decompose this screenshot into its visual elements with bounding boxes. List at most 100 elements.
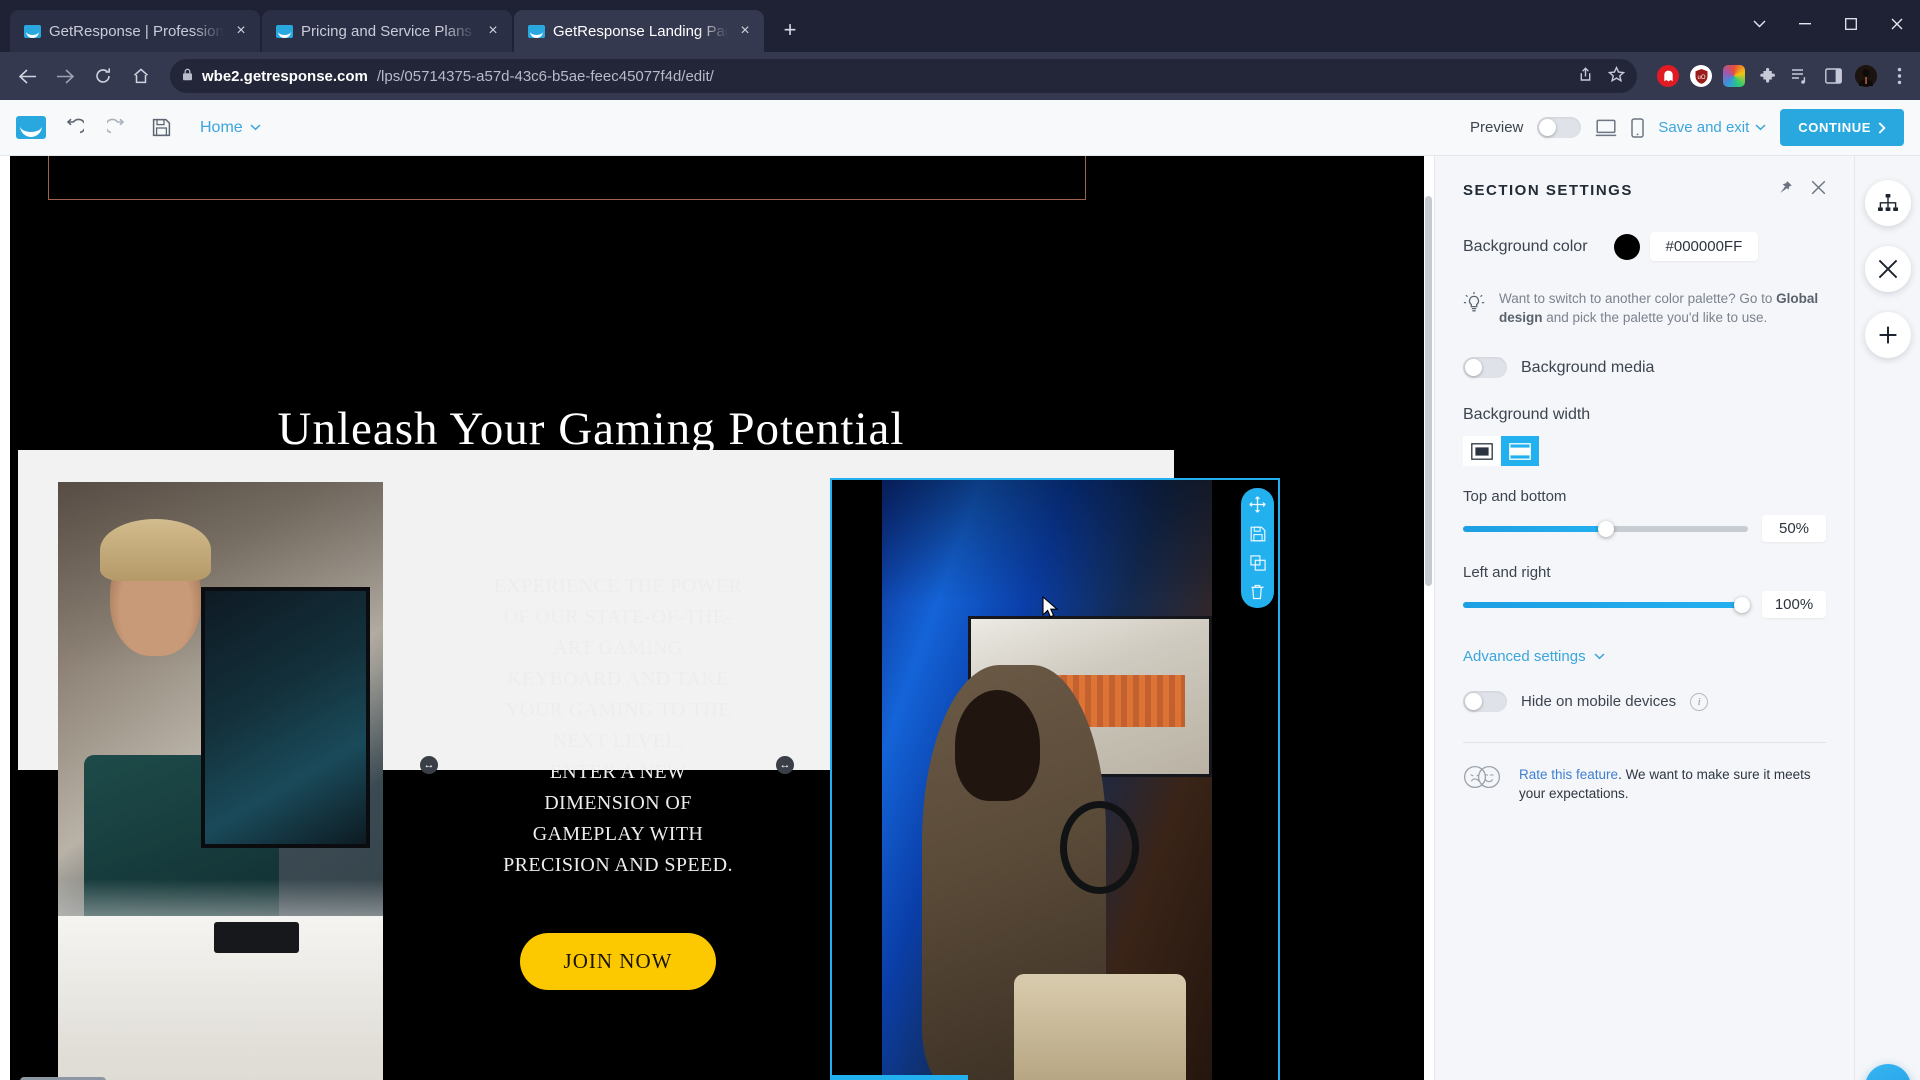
full-width-icon[interactable] — [1501, 436, 1539, 466]
close-icon[interactable] — [1864, 246, 1911, 292]
body-line: Enter a new — [549, 760, 687, 783]
body-copy[interactable]: Experience the power of our state-of-the… — [438, 571, 798, 881]
sitemap-icon[interactable] — [1864, 180, 1911, 226]
browser-tab-3-active[interactable]: GetResponse Landing Pages × — [514, 10, 764, 52]
column-resize-handle-right[interactable]: ↔ — [776, 756, 794, 774]
address-bar[interactable]: wbe2.getresponse.com/lps/05714375-a57d-4… — [170, 59, 1637, 93]
advanced-settings-label: Advanced settings — [1463, 648, 1586, 665]
body-line: gameplay with — [532, 822, 704, 845]
save-and-exit-button[interactable]: Save and exit — [1658, 119, 1766, 136]
new-tab-button[interactable]: + — [774, 15, 806, 47]
left-photo[interactable] — [58, 482, 383, 1080]
hide-on-mobile-toggle[interactable] — [1463, 691, 1507, 712]
rate-this-feature-link[interactable]: Rate this feature — [1519, 767, 1618, 782]
puzzle-extensions-icon[interactable] — [1756, 65, 1778, 87]
text-column[interactable]: Experience the power of our state-of-the… — [438, 450, 798, 1080]
svg-text:uO: uO — [1697, 75, 1705, 81]
advanced-settings-link[interactable]: Advanced settings — [1463, 648, 1826, 665]
hide-on-mobile-row: Hide on mobile devices i — [1463, 691, 1826, 712]
info-icon[interactable]: i — [1690, 692, 1709, 711]
back-icon[interactable] — [10, 59, 44, 93]
window-close-button[interactable] — [1874, 0, 1920, 48]
browser-tab-1[interactable]: GetResponse | Professional Ema × — [10, 10, 260, 52]
join-now-button[interactable]: Join Now — [519, 932, 717, 990]
add-icon[interactable] — [1864, 312, 1911, 358]
boxed-width-icon[interactable] — [1463, 436, 1501, 466]
image-block-toolbar[interactable] — [1241, 488, 1274, 608]
background-color-hex-input[interactable]: #000000FF — [1649, 232, 1759, 261]
preview-label: Preview — [1470, 119, 1524, 136]
background-media-toggle[interactable] — [1463, 357, 1507, 378]
pin-icon[interactable] — [1778, 180, 1793, 200]
redo-icon[interactable] — [100, 111, 134, 145]
getresponse-favicon-icon — [528, 24, 545, 38]
profile-avatar[interactable] — [1855, 65, 1877, 87]
color-wheel-icon[interactable] — [1723, 65, 1745, 87]
bookmark-star-icon[interactable] — [1607, 65, 1626, 87]
image-block-badge: Image — [832, 478, 892, 479]
window-maximize-button[interactable] — [1828, 0, 1874, 48]
mobile-view-icon[interactable] — [1631, 117, 1645, 138]
save-icon[interactable] — [144, 111, 178, 145]
background-color-row: Background color #000000FF — [1463, 232, 1826, 261]
getresponse-logo[interactable] — [16, 116, 46, 139]
window-minimize-button[interactable] — [1782, 0, 1828, 48]
url-host: wbe2.getresponse.com — [202, 67, 368, 85]
body-line: keyboard and take — [507, 667, 729, 690]
reload-icon[interactable] — [86, 59, 120, 93]
chevron-right-icon — [1878, 121, 1886, 134]
side-panel-icon[interactable] — [1822, 65, 1844, 87]
home-icon[interactable] — [124, 59, 158, 93]
hero-heading[interactable]: Unleash Your Gaming Potential — [10, 402, 1172, 456]
forward-icon[interactable] — [48, 59, 82, 93]
home-dropdown[interactable]: Home — [200, 119, 261, 137]
top-bottom-slider[interactable] — [1463, 520, 1748, 537]
tab-close-icon[interactable]: × — [736, 22, 754, 40]
desktop-view-icon[interactable] — [1595, 119, 1617, 137]
right-photo-content — [882, 480, 1212, 1080]
chrome-menu-icon[interactable] — [1888, 65, 1910, 87]
panel-title: SECTION SETTINGS — [1463, 181, 1633, 199]
canvas-area[interactable]: Unleash Your Gaming Potential ↔ Experien… — [0, 156, 1434, 1080]
keyboard-shape — [214, 922, 299, 954]
top-bottom-value[interactable]: 50% — [1762, 515, 1826, 542]
right-rail — [1854, 156, 1920, 1080]
canvas-scrollbar[interactable] — [1425, 156, 1432, 1080]
tab-close-icon[interactable]: × — [484, 22, 502, 40]
top-bottom-label: Top and bottom — [1463, 488, 1567, 505]
preview-toggle[interactable] — [1537, 117, 1582, 138]
ublock-origin-icon[interactable]: uO — [1690, 65, 1712, 87]
left-right-value[interactable]: 100% — [1762, 591, 1826, 618]
editor-toolbar: Home Preview Save and exit CONTINUE — [0, 100, 1920, 156]
delete-icon[interactable] — [1250, 584, 1265, 600]
background-color-swatch[interactable] — [1613, 233, 1640, 260]
right-photo-selected[interactable]: Image — [830, 478, 1280, 1080]
ghostery-icon[interactable] — [1657, 65, 1679, 87]
chevron-down-icon — [1594, 653, 1605, 660]
left-right-slider[interactable] — [1463, 596, 1750, 613]
photo-credit-badge[interactable]: Photo by Todd Jiang — [832, 1075, 968, 1080]
duplicate-icon[interactable] — [1249, 555, 1266, 571]
top-bottom-slider-row: 50% — [1463, 515, 1826, 542]
lightbulb-icon — [1463, 291, 1485, 320]
background-media-row: Background media — [1463, 357, 1826, 378]
background-width-label: Background width — [1463, 406, 1591, 423]
browser-tab-2[interactable]: Pricing and Service Plans | GetR × — [262, 10, 512, 52]
landing-page-canvas[interactable]: Unleash Your Gaming Potential ↔ Experien… — [10, 156, 1424, 1080]
tab-close-icon[interactable]: × — [232, 22, 250, 40]
continue-button[interactable]: CONTINUE — [1780, 109, 1904, 146]
panel-close-icon[interactable] — [1811, 180, 1826, 200]
feedback-faces-icon — [1463, 765, 1503, 794]
tab-search-icon[interactable] — [1736, 0, 1782, 48]
window-controls — [1736, 0, 1920, 48]
move-icon[interactable] — [1249, 496, 1266, 513]
reading-list-icon[interactable] — [1789, 65, 1811, 87]
column-resize-handle-left[interactable]: ↔ — [420, 756, 438, 774]
canvas-scrollbar-thumb[interactable] — [1425, 196, 1432, 586]
chat-bubble-icon[interactable] — [1865, 1064, 1911, 1080]
undo-icon[interactable] — [56, 111, 90, 145]
background-media-label: Background media — [1521, 358, 1655, 376]
share-icon[interactable] — [1577, 66, 1594, 87]
home-label: Home — [200, 118, 243, 136]
save-icon[interactable] — [1250, 526, 1266, 542]
